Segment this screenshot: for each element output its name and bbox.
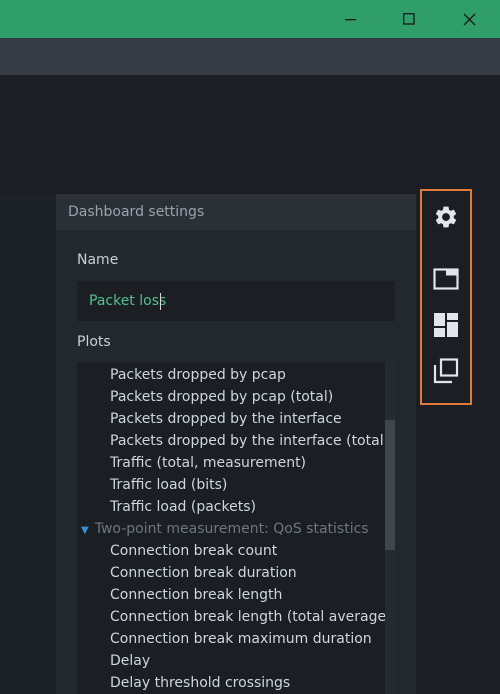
plot-item[interactable]: Traffic load (packets) (110, 496, 256, 518)
close-icon[interactable] (440, 0, 498, 38)
text-caret (160, 293, 161, 310)
plots-scrollbar[interactable] (385, 362, 395, 694)
left-pane (0, 194, 56, 694)
window-icon[interactable] (422, 259, 470, 299)
plot-group-label: Two-point measurement: QoS statistics (94, 521, 369, 537)
plot-item[interactable]: Delay threshold crossings (110, 672, 290, 694)
side-toolbar (420, 189, 472, 405)
plot-item[interactable]: Traffic load (bits) (110, 474, 227, 496)
plots-label: Plots (77, 334, 111, 350)
plot-item[interactable]: Connection break length (110, 584, 282, 606)
gear-icon[interactable] (422, 197, 470, 237)
window-titlebar (0, 0, 500, 38)
plot-item[interactable]: Packets dropped by pcap (total) (110, 386, 333, 408)
copy-icon[interactable] (422, 351, 470, 391)
plot-item[interactable]: Packets dropped by the interface (110, 408, 342, 430)
scrollbar-thumb[interactable] (385, 420, 395, 550)
maximize-icon[interactable] (380, 0, 438, 38)
plot-item[interactable]: Connection break count (110, 540, 277, 562)
plot-item[interactable]: Connection break maximum duration (110, 628, 372, 650)
name-label: Name (77, 252, 119, 268)
plot-item[interactable]: Packets dropped by pcap (110, 364, 286, 386)
dashboard-layout-icon[interactable] (422, 305, 470, 345)
minimize-icon[interactable] (322, 0, 380, 38)
plot-item[interactable]: Connection break duration (110, 562, 297, 584)
plots-list[interactable]: Packets dropped by pcap Packets dropped … (77, 362, 395, 694)
plot-item[interactable]: Packets dropped by the interface (total) (110, 430, 389, 452)
top-toolbar (0, 38, 500, 75)
plot-item[interactable]: Delay (110, 650, 150, 672)
plot-item[interactable]: Traffic (total, measurement) (110, 452, 306, 474)
plot-group-header[interactable]: ▼ Two-point measurement: QoS statistics (81, 518, 369, 540)
panel-title: Dashboard settings (56, 194, 416, 230)
plot-item[interactable]: Connection break length (total average) (110, 606, 392, 628)
name-input[interactable] (77, 281, 395, 321)
dashboard-settings-panel: Dashboard settings Name Plots Packets dr… (56, 194, 416, 694)
expand-triangle-icon[interactable]: ▼ (81, 525, 89, 536)
